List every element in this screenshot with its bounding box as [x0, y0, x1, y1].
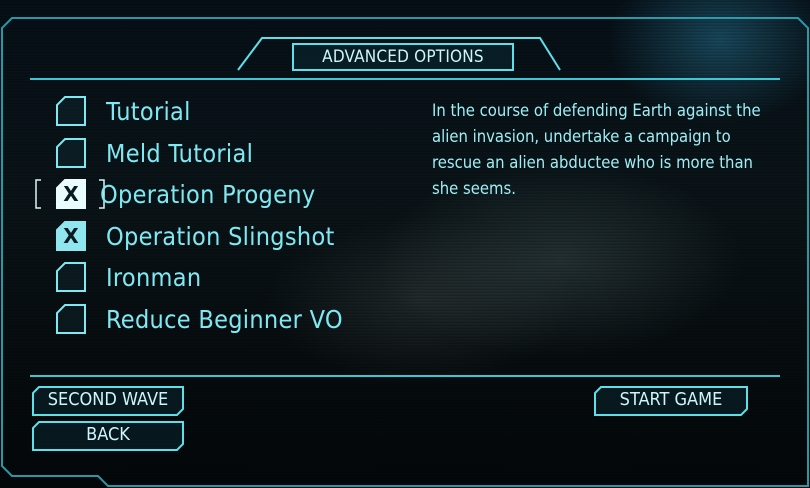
start-game-button[interactable]: START GAME	[594, 386, 748, 416]
option-ironman[interactable]: Ironman	[56, 260, 201, 294]
second-wave-button[interactable]: SECOND WAVE	[32, 386, 184, 416]
option-label: Tutorial	[106, 96, 191, 126]
option-label: Operation Slingshot	[106, 221, 335, 251]
checkbox-meld-tutorial[interactable]	[56, 138, 86, 168]
start-game-label: START GAME	[619, 389, 723, 410]
checkbox-reduce-beginner-vo[interactable]	[56, 304, 86, 334]
option-operation-slingshot[interactable]: X Operation Slingshot	[56, 219, 335, 253]
option-label: Reduce Beginner VO	[106, 304, 343, 334]
option-meld-tutorial[interactable]: Meld Tutorial	[56, 136, 253, 170]
option-label: Ironman	[106, 262, 202, 292]
back-button[interactable]: BACK	[32, 421, 184, 451]
second-wave-label: SECOND WAVE	[47, 389, 169, 410]
option-label: Operation Progeny	[100, 179, 316, 209]
option-tutorial[interactable]: Tutorial	[56, 94, 191, 128]
option-operation-progeny[interactable]: X Operation Progeny	[56, 177, 315, 211]
back-label: BACK	[86, 424, 130, 445]
checkbox-operation-slingshot[interactable]: X	[56, 221, 86, 251]
option-reduce-beginner-vo[interactable]: Reduce Beginner VO	[56, 302, 343, 336]
checkbox-tutorial[interactable]	[56, 96, 86, 126]
option-label: Meld Tutorial	[106, 138, 254, 168]
screen-title: ADVANCED OPTIONS	[292, 43, 514, 71]
checkbox-operation-progeny[interactable]: X	[56, 179, 86, 209]
check-x-icon: X	[63, 224, 79, 248]
option-description: In the course of defending Earth against…	[432, 101, 761, 198]
check-x-icon: X	[63, 182, 79, 206]
checkbox-ironman[interactable]	[56, 262, 86, 292]
